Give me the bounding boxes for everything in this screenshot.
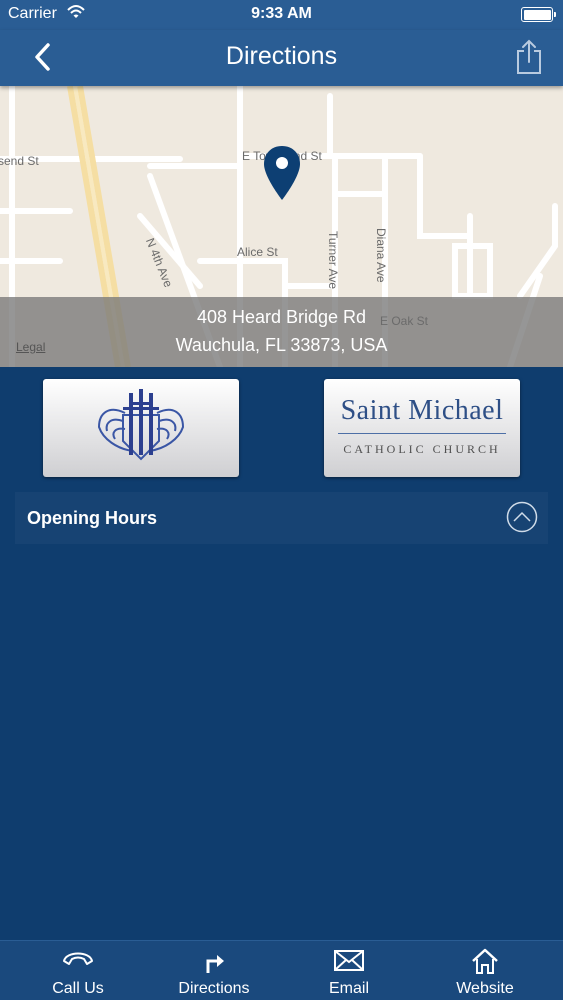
clock: 9:33 AM [251,5,312,22]
share-icon[interactable] [513,38,545,76]
battery-icon [521,7,556,22]
tab-directions[interactable]: Directions [144,941,284,1000]
street-label: send St [0,154,39,168]
opening-hours-header[interactable]: Opening Hours [15,492,548,544]
address-line-2: Wauchula, FL 33873, USA [175,335,388,355]
church-emblem-logo[interactable] [43,379,239,477]
page-title: Directions [225,42,338,70]
tab-website[interactable]: Website [415,941,555,1000]
turn-right-arrow-icon [206,955,224,973]
tab-label: Email [328,980,369,997]
tab-label: Call Us [52,980,104,997]
nav-bar: Directions [0,30,563,86]
address-overlay: 408 Heard Bridge Rd Wauchula, FL 33873, … [0,297,563,367]
street-label: Turner Ave [326,231,340,290]
street-label: E Oak St [380,314,429,328]
map-view[interactable]: send St E Townsend St N 4th Ave Alice St… [0,86,563,367]
logo-divider [338,433,506,434]
address-line-1: 408 Heard Bridge Rd [196,307,367,327]
opening-hours-label: Opening Hours [27,508,157,528]
saint-michael-logo[interactable]: Saint Michael CATHOLIC CHURCH [324,379,520,477]
map-pin-icon[interactable] [262,144,302,202]
tab-call-us[interactable]: Call Us [8,941,148,1000]
phone-icon [63,952,93,965]
tab-bar: Call Us Directions Email Website [0,940,563,1000]
home-icon [472,948,498,974]
tab-label: Website [456,980,514,997]
tab-label: Directions [178,980,250,997]
street-label: Diana Ave [374,228,388,283]
street-label: Alice St [237,245,278,259]
status-bar: Carrier 9:33 AM [0,0,563,30]
winged-crosses-emblem-icon [97,389,185,461]
chevron-up-circle-icon[interactable] [506,501,538,533]
envelope-icon [334,950,364,971]
tab-email[interactable]: Email [279,941,419,1000]
logo-wordmark: Saint Michael [340,395,504,426]
legal-link[interactable]: Legal [16,340,45,354]
logo-subtitle: CATHOLIC CHURCH [343,442,501,456]
